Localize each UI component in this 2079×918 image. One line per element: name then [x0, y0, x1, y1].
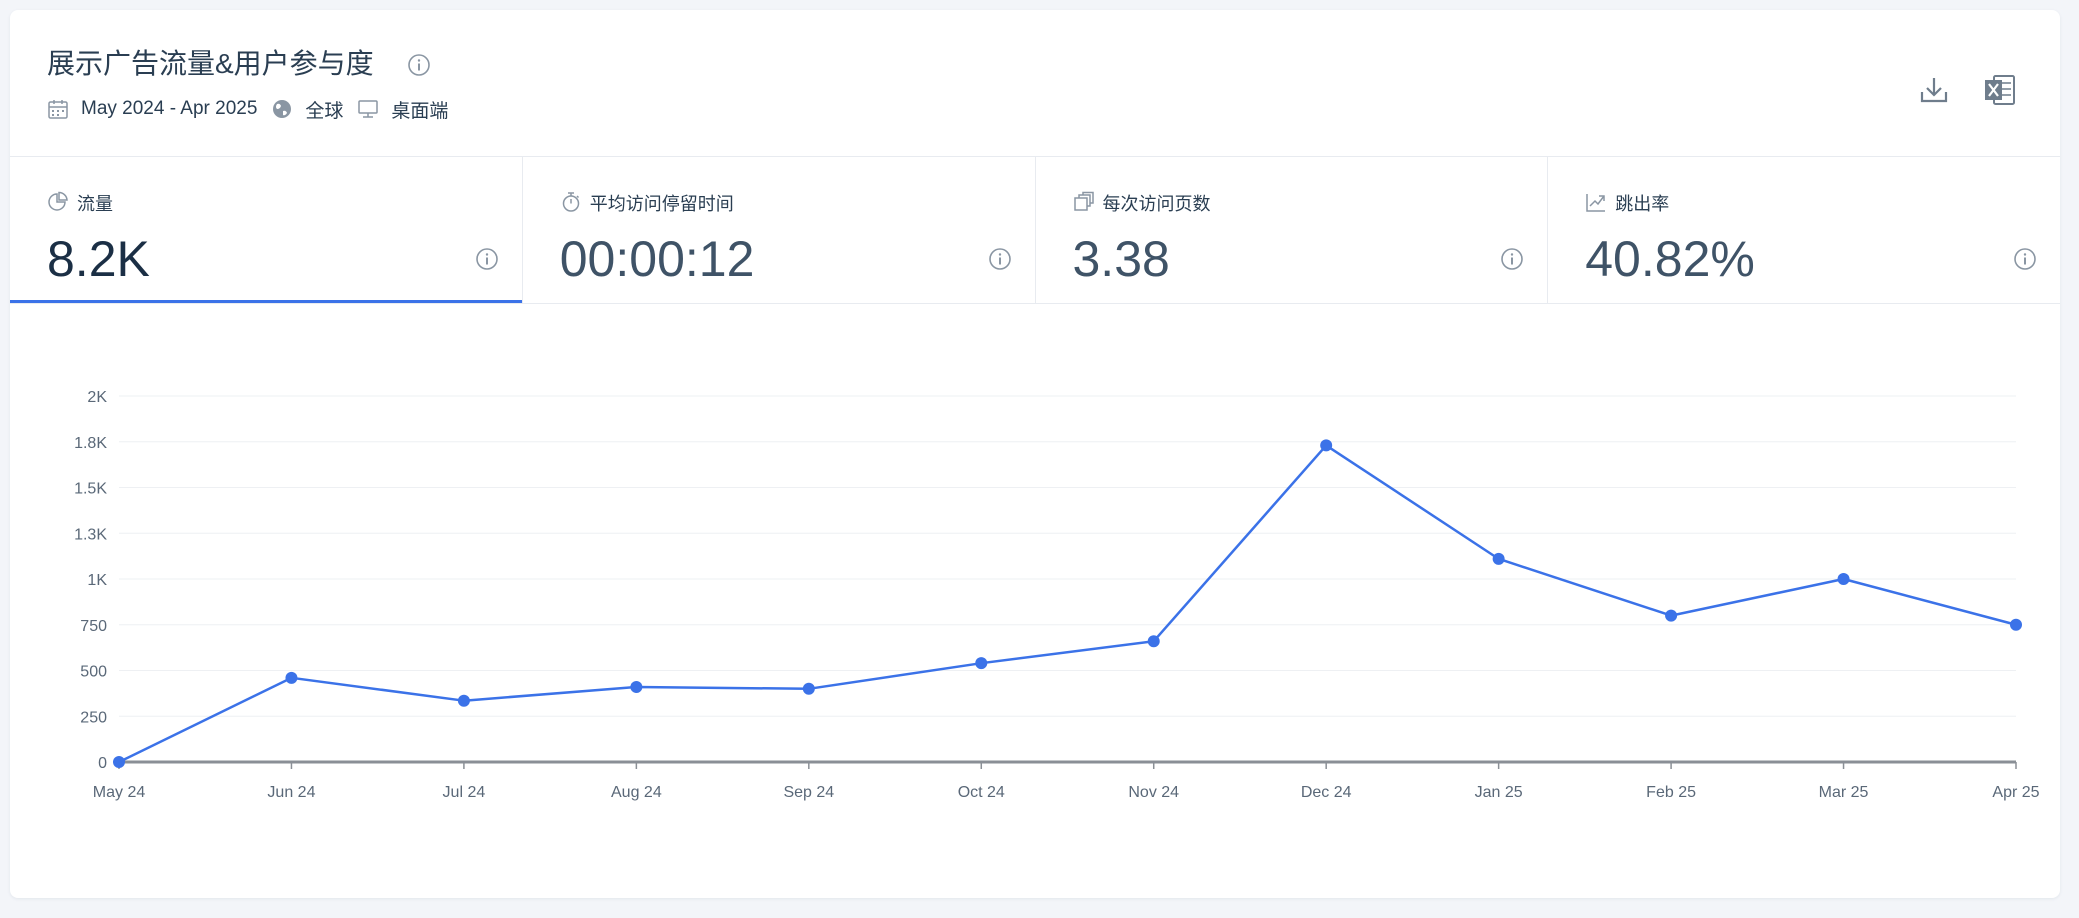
data-point: [2010, 618, 2022, 631]
data-point: [1665, 609, 1678, 622]
data-point: [1492, 552, 1505, 565]
data-point: [1147, 635, 1160, 648]
x-tick-label: Apr 25: [1992, 784, 2039, 801]
x-tick-label: May 24: [93, 784, 146, 801]
y-tick-label: 1.3K: [74, 526, 107, 543]
y-tick-label: 0: [98, 755, 107, 772]
x-tick-label: Jan 25: [1475, 784, 1523, 801]
x-tick-label: Sep 24: [783, 784, 834, 801]
data-point: [1320, 439, 1333, 452]
x-tick-label: Aug 24: [611, 784, 662, 801]
y-tick-label: 1K: [87, 572, 107, 589]
data-point: [1837, 573, 1850, 585]
traffic-engagement-card: 展示广告流量&用户参与度 May 2024 - Apr 2025 全球 桌面端 …: [10, 10, 2060, 898]
y-tick-label: 1.5K: [74, 481, 107, 498]
series-line: [118, 444, 2017, 764]
x-tick-label: Dec 24: [1301, 784, 1352, 801]
x-tick-label: Jun 24: [267, 784, 315, 801]
traffic-line-chart: 0 250 500 750 1K 1.3K 1.5K 1.8K 2K May 24 Jun 24 Ju…: [74, 389, 2040, 801]
data-point: [630, 680, 643, 693]
y-tick-label: 500: [80, 664, 107, 681]
y-tick-label: 2K: [87, 389, 107, 406]
y-tick-label: 750: [80, 618, 107, 635]
x-tick-label: Oct 24: [958, 784, 1005, 801]
data-point: [113, 756, 125, 768]
data-point: [457, 694, 470, 707]
data-point: [802, 682, 815, 695]
data-point: [285, 671, 298, 684]
y-tick-label: 250: [80, 709, 107, 726]
y-tick-label: 1.8K: [74, 435, 107, 452]
x-tick-label: Feb 25: [1646, 784, 1696, 801]
x-tick-label: Jul 24: [443, 784, 486, 801]
x-tick-label: Mar 25: [1819, 784, 1869, 801]
data-point: [975, 657, 988, 670]
x-tick-label: Nov 24: [1128, 784, 1179, 801]
